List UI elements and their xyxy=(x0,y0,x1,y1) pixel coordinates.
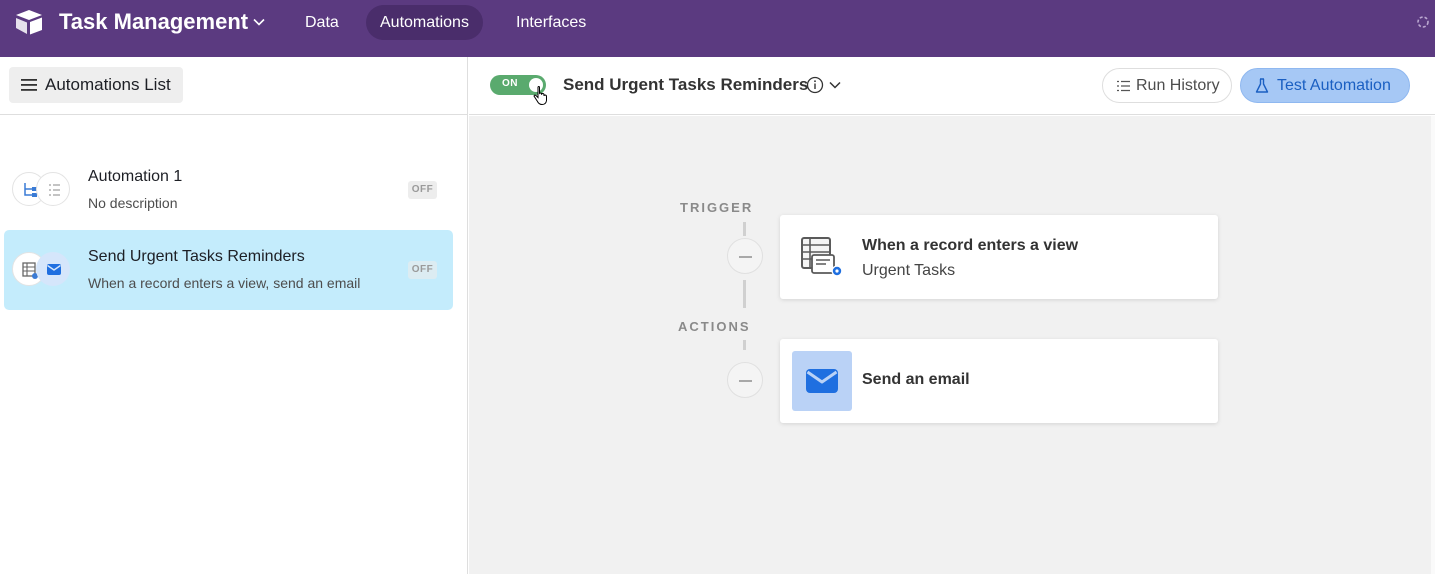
automation-list-item[interactable]: Automation 1 No description OFF xyxy=(4,150,453,230)
connector-line xyxy=(743,280,746,308)
actions-section-label: ACTIONS xyxy=(678,319,751,334)
automations-list-label: Automations List xyxy=(45,75,171,94)
automation-icons xyxy=(12,252,72,288)
menu-icon xyxy=(21,79,37,91)
chevron-down-icon[interactable] xyxy=(828,78,842,92)
table-view-icon xyxy=(801,237,843,277)
base-title[interactable]: Task Management xyxy=(59,9,248,35)
checklist-icon xyxy=(36,172,70,206)
test-automation-button[interactable]: Test Automation xyxy=(1240,68,1410,103)
flask-icon xyxy=(1255,77,1269,93)
trigger-step-card[interactable]: When a record enters a view Urgent Tasks xyxy=(780,215,1218,299)
envelope-icon xyxy=(36,252,70,286)
connector-line xyxy=(743,222,746,236)
chevron-down-icon[interactable] xyxy=(252,15,266,29)
automations-sidebar: Automations List Automation 1 No descrip… xyxy=(0,57,468,574)
automation-title[interactable]: Send Urgent Tasks Reminders xyxy=(563,75,808,95)
envelope-icon xyxy=(792,351,852,411)
automations-list-button[interactable]: Automations List xyxy=(9,67,183,103)
status-badge: OFF xyxy=(408,181,437,199)
remove-action-button[interactable] xyxy=(727,362,763,398)
trigger-view-name: Urgent Tasks xyxy=(862,262,956,279)
trigger-title: When a record enters a view xyxy=(862,237,1079,254)
nav-tab-data[interactable]: Data xyxy=(291,5,353,40)
automation-title: Automation 1 xyxy=(88,168,183,185)
automation-icons xyxy=(12,172,72,208)
action-title: Send an email xyxy=(862,371,970,388)
automation-title: Send Urgent Tasks Reminders xyxy=(88,248,305,265)
test-automation-label: Test Automation xyxy=(1277,76,1391,94)
airtable-logo-icon[interactable] xyxy=(14,9,44,35)
automation-canvas: TRIGGER When a record enters a view Urge… xyxy=(469,116,1431,574)
top-bar: Task Management Data Automations Interfa… xyxy=(0,0,1435,57)
automation-description: No description xyxy=(88,195,178,211)
remove-trigger-button[interactable] xyxy=(727,238,763,274)
canvas-scrollbar[interactable] xyxy=(1431,116,1435,574)
automation-description: When a record enters a view, send an ema… xyxy=(88,275,361,291)
automation-header: ON Send Urgent Tasks Reminders Run Histo… xyxy=(469,57,1435,115)
info-icon[interactable] xyxy=(806,76,824,94)
trigger-section-label: TRIGGER xyxy=(680,200,754,215)
loading-spinner-icon xyxy=(1417,16,1429,28)
automation-list-item-selected[interactable]: Send Urgent Tasks Reminders When a recor… xyxy=(4,230,453,310)
status-badge: OFF xyxy=(408,261,437,279)
nav-tab-automations[interactable]: Automations xyxy=(366,5,483,40)
pointer-cursor-icon xyxy=(533,86,547,106)
sidebar-header: Automations List xyxy=(0,57,468,115)
nav-tab-interfaces[interactable]: Interfaces xyxy=(502,5,600,40)
toggle-label: ON xyxy=(502,78,518,89)
action-step-card[interactable]: Send an email xyxy=(780,339,1218,423)
run-history-button[interactable]: Run History xyxy=(1102,68,1232,103)
list-icon xyxy=(1117,80,1130,91)
run-history-label: Run History xyxy=(1136,76,1220,94)
connector-line xyxy=(743,340,746,350)
